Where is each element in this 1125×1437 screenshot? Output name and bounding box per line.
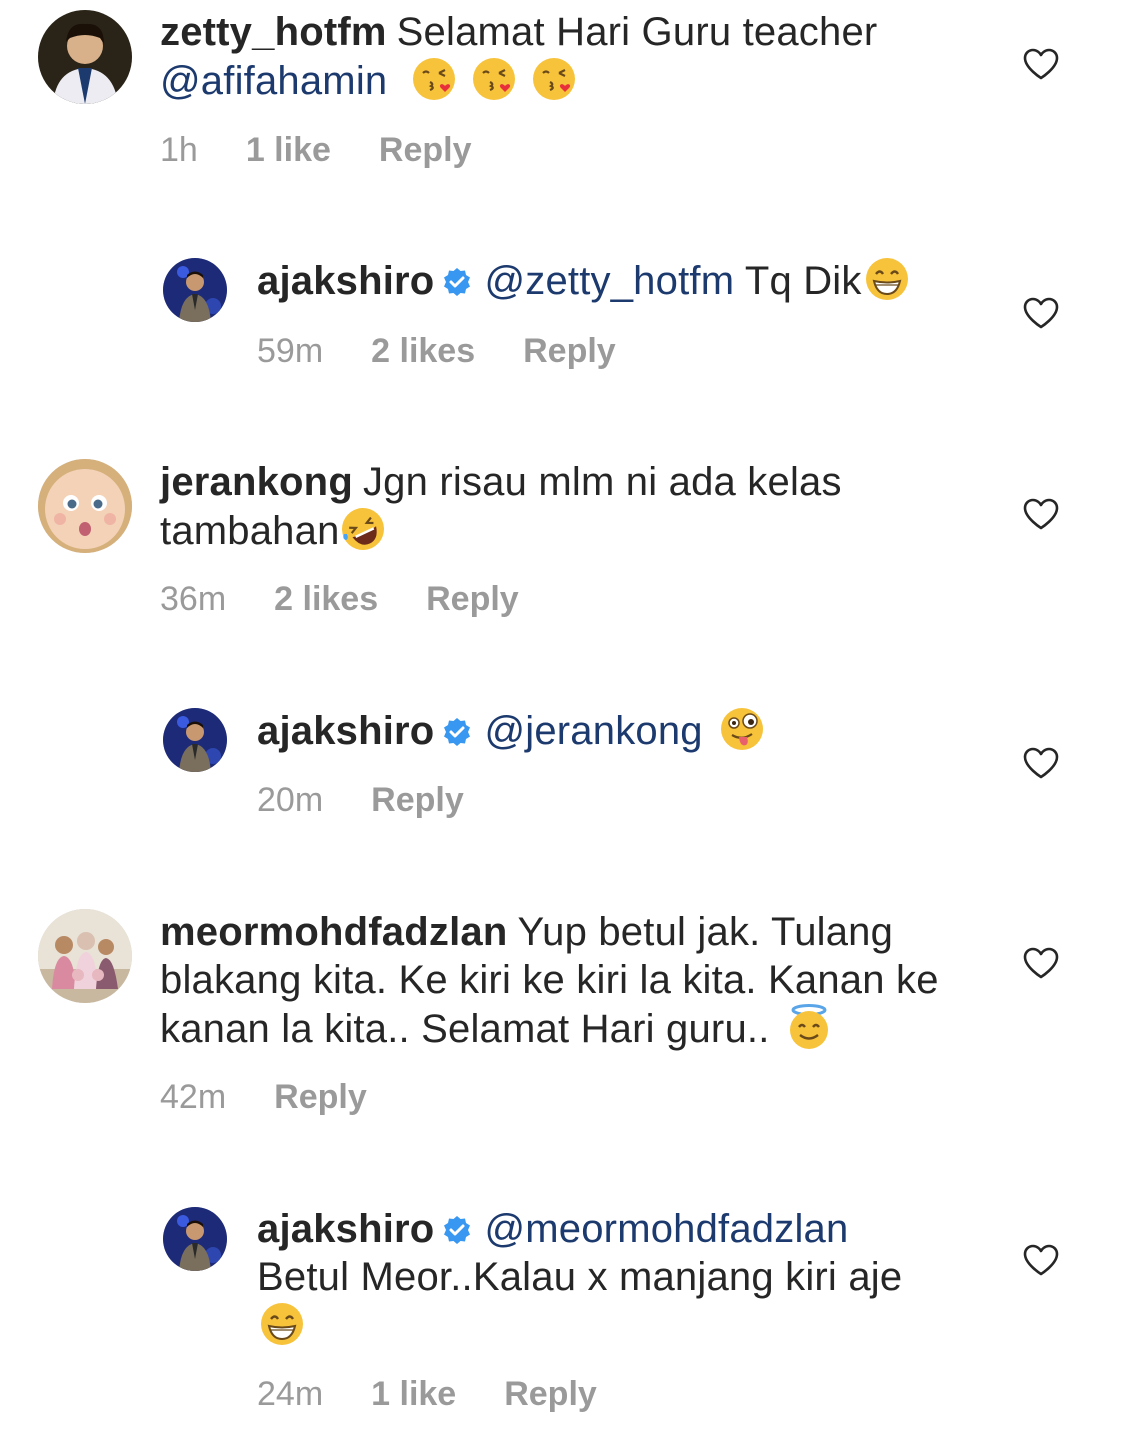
reply-button[interactable]: Reply: [504, 1375, 597, 1413]
grinning-face-icon: [259, 1301, 305, 1347]
avatar[interactable]: [163, 1207, 227, 1271]
avatar[interactable]: [38, 10, 132, 104]
heart-icon[interactable]: [1022, 497, 1060, 531]
comment-meta: 1h 1 like Reply: [160, 130, 520, 170]
avatar[interactable]: [163, 258, 227, 322]
timestamp: 42m: [160, 1078, 227, 1116]
heart-icon[interactable]: [1022, 946, 1060, 980]
verified-badge-icon: [442, 267, 472, 297]
reply-button[interactable]: Reply: [371, 781, 464, 819]
username[interactable]: meormohdfadzlan: [160, 910, 507, 954]
kissing-heart-icon: [471, 56, 517, 102]
verified-badge-icon: [442, 1215, 472, 1245]
heart-icon[interactable]: [1022, 746, 1060, 780]
rofl-icon: [340, 506, 386, 552]
comment-text: jerankong Jgn risau mlm ni ada kelas tamb…: [160, 458, 900, 555]
comment-text: meormohdfadzlan Yup betul jak. Tulang bla…: [160, 908, 960, 1053]
kissing-heart-icon: [531, 56, 577, 102]
mention-link[interactable]: @afifahamin: [160, 59, 387, 103]
kissing-heart-icon: [411, 56, 457, 102]
like-count[interactable]: 1 like: [371, 1375, 456, 1413]
grinning-face-icon: [864, 256, 910, 302]
like-count[interactable]: 2 likes: [274, 580, 378, 618]
avatar[interactable]: [38, 909, 132, 1003]
comment-meta: 59m 2 likes Reply: [257, 331, 664, 371]
like-count[interactable]: 2 likes: [371, 332, 475, 370]
comment-meta: 42m Reply: [160, 1077, 415, 1117]
heart-icon[interactable]: [1022, 47, 1060, 81]
heart-icon[interactable]: [1022, 296, 1060, 330]
timestamp: 24m: [257, 1375, 324, 1413]
reply-button[interactable]: Reply: [426, 580, 519, 618]
comment-message: Betul Meor..Kalau x manjang kiri aje: [257, 1255, 903, 1299]
zany-face-icon: [719, 706, 765, 752]
comment-meta: 36m 2 likes Reply: [160, 579, 567, 619]
comment-message: Selamat Hari Guru teacher: [396, 10, 878, 54]
comment-message: Tq Dik: [744, 259, 862, 303]
verified-badge-icon: [442, 717, 472, 747]
comment-text: ajakshiro @meormohdfadzlan Betul Meor..Ka…: [257, 1205, 977, 1350]
smiling-halo-icon: [786, 1004, 832, 1050]
username[interactable]: zetty_hotfm: [160, 10, 387, 54]
reply-button[interactable]: Reply: [379, 131, 472, 169]
username[interactable]: ajakshiro: [257, 709, 434, 753]
mention-link[interactable]: @zetty_hotfm: [484, 259, 734, 303]
timestamp: 36m: [160, 580, 227, 618]
username[interactable]: ajakshiro: [257, 1207, 434, 1251]
heart-icon[interactable]: [1022, 1243, 1060, 1277]
timestamp: 20m: [257, 781, 324, 819]
avatar[interactable]: [38, 459, 132, 553]
mention-link[interactable]: @meormohdfadzlan: [484, 1207, 848, 1251]
timestamp: 59m: [257, 332, 324, 370]
comment-text: ajakshiro @zetty_hotfm Tq Dik: [257, 256, 977, 305]
comment-meta: 24m 1 like Reply: [257, 1374, 645, 1414]
comment-text: ajakshiro @jerankong: [257, 706, 977, 755]
username[interactable]: jerankong: [160, 460, 353, 504]
reply-button[interactable]: Reply: [523, 332, 616, 370]
avatar[interactable]: [163, 708, 227, 772]
like-count[interactable]: 1 like: [246, 131, 331, 169]
comment-meta: 20m Reply: [257, 780, 512, 820]
timestamp: 1h: [160, 131, 198, 169]
reply-button[interactable]: Reply: [274, 1078, 367, 1116]
mention-link[interactable]: @jerankong: [484, 709, 702, 753]
username[interactable]: ajakshiro: [257, 259, 434, 303]
comment-text: zetty_hotfm Selamat Hari Guru teacher @af…: [160, 8, 960, 105]
